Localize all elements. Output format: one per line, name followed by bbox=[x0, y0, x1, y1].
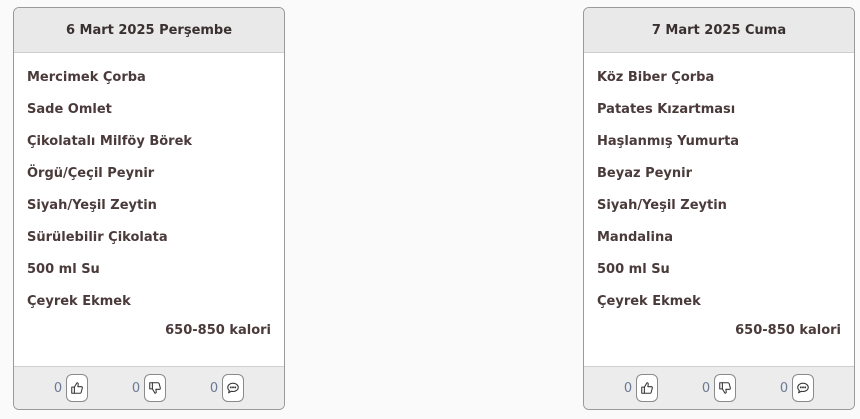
menu-item: Beyaz Peynir bbox=[597, 166, 693, 181]
dislike-action: 0 bbox=[701, 374, 737, 402]
menu-item: Sürülebilir Çikolata bbox=[27, 230, 168, 245]
comment-button[interactable] bbox=[222, 374, 245, 402]
comment-count: 0 bbox=[779, 380, 789, 396]
menu-stage: 6 Mart 2025 Perşembe Mercimek Çorba Sade… bbox=[0, 0, 860, 419]
menu-item: Örgü/Çeçil Peynir bbox=[27, 166, 155, 181]
menu-item: Çikolatalı Milföy Börek bbox=[27, 134, 193, 149]
menu-items: Mercimek Çorba Sade Omlet Çikolatalı Mil… bbox=[14, 53, 284, 367]
like-action: 0 bbox=[53, 374, 89, 402]
like-button[interactable] bbox=[636, 374, 659, 402]
menu-item: 500 ml Su bbox=[27, 262, 100, 277]
menu-item: Mandalina bbox=[597, 230, 673, 245]
menu-item: Haşlanmış Yumurta bbox=[597, 134, 740, 149]
like-action: 0 bbox=[623, 374, 659, 402]
menu-item: Patates Kızartması bbox=[597, 102, 736, 117]
comment-count: 0 bbox=[209, 380, 219, 396]
menu-item: Siyah/Yeşil Zeytin bbox=[27, 198, 157, 213]
card-actions: 0 0 0 bbox=[584, 366, 854, 409]
dislike-count: 0 bbox=[131, 380, 141, 396]
comment-action: 0 bbox=[209, 374, 245, 402]
thumbs-up-icon bbox=[641, 382, 654, 394]
comment-icon bbox=[227, 382, 239, 394]
dislike-button[interactable] bbox=[144, 374, 167, 402]
menu-item: Çeyrek Ekmek bbox=[27, 294, 131, 309]
comment-button[interactable] bbox=[792, 374, 815, 402]
thumbs-up-icon bbox=[71, 382, 84, 394]
card-date: 6 Mart 2025 Perşembe bbox=[14, 8, 284, 53]
menu-item: Çeyrek Ekmek bbox=[597, 294, 701, 309]
calories-label: 650-850 kalori bbox=[735, 323, 841, 338]
dislike-action: 0 bbox=[131, 374, 167, 402]
menu-card: 7 Mart 2025 Cuma Köz Biber Çorba Patates… bbox=[583, 7, 855, 410]
card-date: 7 Mart 2025 Cuma bbox=[584, 8, 854, 53]
thumbs-down-icon bbox=[149, 382, 162, 394]
menu-item: Mercimek Çorba bbox=[27, 70, 146, 85]
menu-items: Köz Biber Çorba Patates Kızartması Haşla… bbox=[584, 53, 854, 367]
dislike-button[interactable] bbox=[714, 374, 737, 402]
menu-card: 6 Mart 2025 Perşembe Mercimek Çorba Sade… bbox=[13, 7, 285, 410]
like-button[interactable] bbox=[66, 374, 89, 402]
comment-icon bbox=[797, 382, 809, 394]
like-count: 0 bbox=[53, 380, 63, 396]
dislike-count: 0 bbox=[701, 380, 711, 396]
like-count: 0 bbox=[623, 380, 633, 396]
comment-action: 0 bbox=[779, 374, 815, 402]
menu-item: Sade Omlet bbox=[27, 102, 112, 117]
menu-item: 500 ml Su bbox=[597, 262, 670, 277]
menu-item: Köz Biber Çorba bbox=[597, 70, 715, 85]
thumbs-down-icon bbox=[719, 382, 732, 394]
card-actions: 0 0 0 bbox=[14, 366, 284, 409]
calories-label: 650-850 kalori bbox=[165, 323, 271, 338]
menu-item: Siyah/Yeşil Zeytin bbox=[597, 198, 727, 213]
